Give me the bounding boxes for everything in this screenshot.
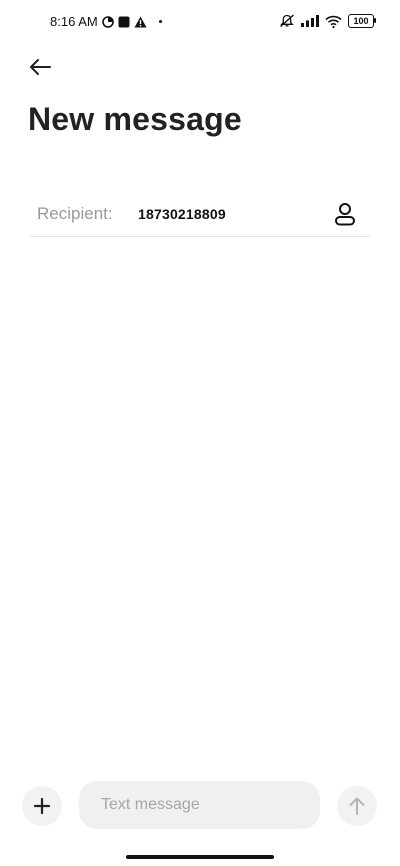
arrow-up-icon [349, 797, 365, 815]
attach-button[interactable] [22, 786, 62, 826]
recipient-value[interactable]: 18730218809 [138, 206, 226, 222]
wifi-icon [325, 15, 342, 28]
status-bar: 8:16 AM 100 [0, 0, 400, 44]
notification-dot [158, 20, 162, 23]
status-right: 100 [279, 14, 376, 28]
mute-icon [279, 14, 295, 28]
person-icon [335, 203, 355, 226]
warning-icon [134, 16, 147, 28]
message-input[interactable] [79, 781, 320, 829]
page-title: New message [28, 101, 242, 137]
battery-icon: 100 [348, 14, 376, 28]
arrow-left-icon [30, 59, 51, 75]
signal-icon [301, 15, 319, 27]
contact-picker-button[interactable] [332, 201, 358, 227]
battery-level: 100 [353, 16, 369, 26]
plus-icon [33, 797, 51, 815]
recipient-row[interactable]: Recipient: 18730218809 [30, 192, 370, 237]
home-indicator[interactable] [126, 855, 274, 859]
back-button[interactable] [24, 53, 56, 81]
status-left: 8:16 AM [50, 14, 162, 29]
status-time: 8:16 AM [50, 14, 98, 29]
send-button[interactable] [337, 786, 377, 826]
stop-icon [118, 16, 130, 28]
alarm-icon [101, 15, 114, 28]
recipient-label: Recipient: [37, 204, 113, 223]
